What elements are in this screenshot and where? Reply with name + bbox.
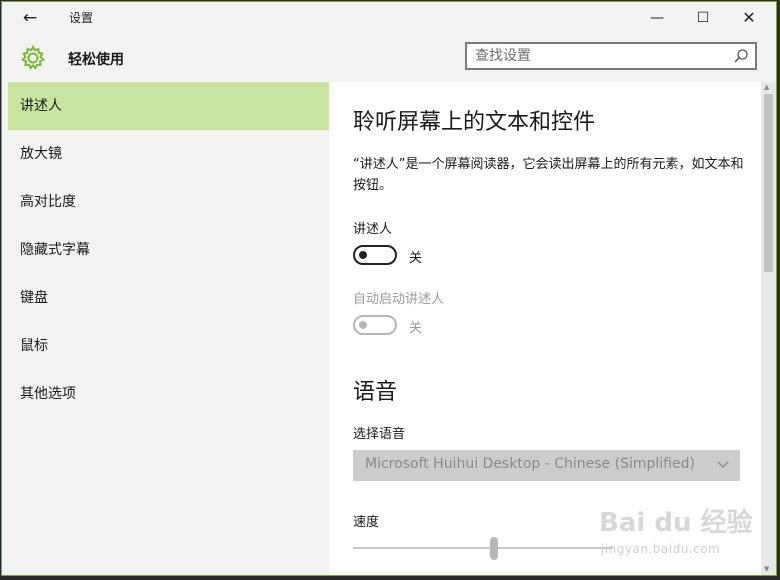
narrator-toggle[interactable] (353, 245, 397, 265)
back-button[interactable]: ← (16, 7, 44, 29)
minimize-button[interactable]: — (634, 4, 680, 32)
autostart-label: 自动启动讲述人 (353, 292, 445, 307)
narrator-label: 讲述人 (353, 222, 393, 237)
sidebar-item-mouse[interactable]: 鼠标 (8, 322, 329, 370)
search-input[interactable] (475, 47, 725, 65)
speed-slider-track[interactable] (353, 547, 613, 549)
sidebar: 讲述人 放大镜 高对比度 隐藏式字幕 键盘 鼠标 其他选项 (2, 82, 329, 575)
toggle-knob (359, 251, 367, 259)
window-title: 设置 (69, 11, 94, 25)
autostart-toggle[interactable] (353, 315, 397, 335)
search-icon[interactable] (733, 48, 749, 64)
close-button[interactable]: ✕ (726, 4, 772, 32)
sidebar-item-other-options[interactable]: 其他选项 (8, 370, 329, 418)
page-header: 轻松使用 (2, 33, 776, 82)
voice-dropdown[interactable]: Microsoft Huihui Desktop - Chinese (Simp… (353, 450, 740, 481)
sidebar-item-closed-captions[interactable]: 隐藏式字幕 (8, 226, 329, 274)
narrator-description: “讲述人”是一个屏幕阅读器，它会读出屏幕上的所有元素，如文本和按钮。 (353, 157, 744, 193)
main-content: 聆听屏幕上的文本和控件 “讲述人”是一个屏幕阅读器，它会读出屏幕上的所有元素，如… (329, 82, 761, 575)
speed-label: 速度 (353, 515, 380, 530)
maximize-button[interactable]: ☐ (680, 4, 726, 32)
search-box[interactable] (465, 42, 757, 70)
scrollbar-thumb[interactable] (764, 94, 773, 272)
watermark-url: jingyan.baidu.com (601, 542, 721, 556)
scroll-up-arrow-icon[interactable]: ▲ (764, 83, 769, 91)
page-title: 轻松使用 (68, 52, 124, 68)
gear-icon (20, 44, 46, 71)
speed-slider-thumb[interactable] (490, 537, 498, 560)
section-heading-narrator: 聆听屏幕上的文本和控件 (353, 110, 596, 135)
scroll-down-arrow-icon[interactable]: ▼ (764, 565, 769, 573)
title-bar: ← 设置 — ☐ ✕ (2, 2, 776, 33)
autostart-toggle-state: 关 (409, 321, 423, 336)
section-heading-voice: 语音 (353, 380, 398, 405)
sidebar-item-magnifier[interactable]: 放大镜 (8, 130, 329, 178)
voice-label: 选择语音 (353, 427, 406, 442)
sidebar-item-narrator[interactable]: 讲述人 (8, 82, 329, 130)
scrollbar[interactable]: ▲ ▼ (761, 82, 776, 575)
narrator-toggle-state: 关 (409, 251, 423, 266)
sidebar-item-keyboard[interactable]: 键盘 (8, 274, 329, 322)
voice-dropdown-value: Microsoft Huihui Desktop - Chinese (Simp… (365, 456, 695, 472)
chevron-down-icon (717, 461, 729, 469)
toggle-knob (359, 321, 367, 329)
watermark-logo: Bai du 经验 (599, 508, 753, 538)
sidebar-item-high-contrast[interactable]: 高对比度 (8, 178, 329, 226)
settings-window: ← 设置 — ☐ ✕ 轻松使用 讲述人 放大镜 高对比度 隐藏式字幕 键盘 鼠标… (1, 1, 777, 576)
